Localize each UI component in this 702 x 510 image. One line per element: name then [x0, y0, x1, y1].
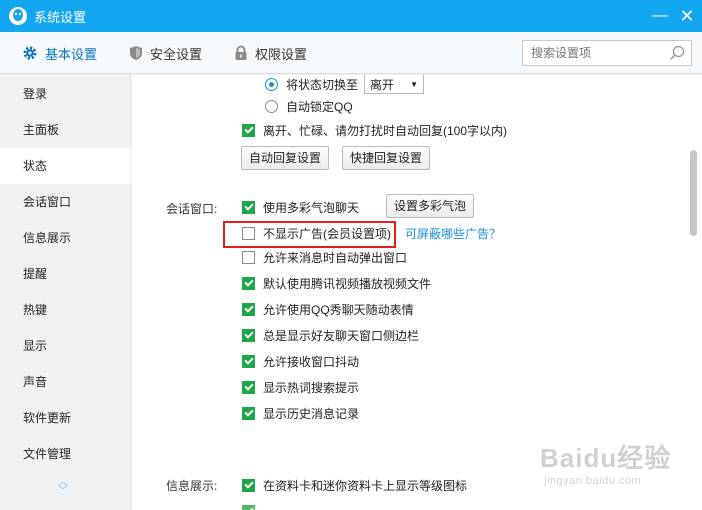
sidebar-item-label: 软件更新	[23, 411, 72, 425]
sidebar-scroll-arrows[interactable]: ︿ ﹀	[58, 478, 68, 497]
chat-option-shake[interactable]: 允许接收窗口抖动	[242, 352, 359, 370]
status-select[interactable]: 离开 ▼	[364, 75, 425, 94]
sidebar-item-label: 主面板	[23, 123, 60, 137]
bubble-settings-button[interactable]: 设置多彩气泡	[386, 194, 475, 218]
qq-logo-icon	[9, 7, 27, 25]
sidebar-item-hotkeys[interactable]: 热键	[0, 292, 131, 328]
chat-option-tencent-video[interactable]: 默认使用腾讯视频播放视频文件	[242, 274, 431, 292]
sidebar-item-chat-window[interactable]: 会话窗口	[0, 184, 131, 220]
chat-option-bubble[interactable]: 使用多彩气泡聊天	[242, 198, 359, 216]
content-scrollbar[interactable]	[690, 150, 697, 236]
qq-show-checkbox[interactable]	[242, 302, 255, 316]
auto-popup-checkbox[interactable]	[242, 250, 255, 264]
sidebar-item-label: 热键	[23, 303, 48, 317]
option-label: 总是显示好友聊天窗口侧边栏	[263, 328, 420, 343]
search-box[interactable]	[522, 40, 692, 66]
sidebar-item-reminders[interactable]: 提醒	[0, 256, 131, 292]
option-label: 允许使用QQ秀聊天随动表情	[263, 302, 414, 317]
hot-words-checkbox[interactable]	[242, 380, 255, 394]
chat-window-section-label: 会话窗口:	[166, 202, 218, 216]
sidebar-item-login[interactable]: 登录	[0, 76, 131, 112]
switch-status-radio[interactable]	[265, 77, 278, 91]
sidebar-item-label: 文件管理	[23, 447, 72, 461]
sidebar-item-label: 声音	[23, 375, 48, 389]
window-title: 系统设置	[34, 9, 87, 25]
chat-option-auto-popup[interactable]: 允许来消息时自动弹出窗口	[242, 248, 407, 266]
chevron-down-icon[interactable]: ﹀	[58, 487, 68, 497]
sidebar-checkbox[interactable]	[242, 328, 255, 342]
shake-checkbox[interactable]	[242, 354, 255, 368]
chat-option-qq-show[interactable]: 允许使用QQ秀聊天随动表情	[242, 300, 414, 318]
auto-lock-radio[interactable]	[265, 99, 278, 113]
switch-status-option[interactable]: 将状态切换至 离开 ▼	[265, 75, 425, 94]
tab-label: 安全设置	[150, 46, 203, 62]
tab-label: 权限设置	[255, 46, 308, 62]
tencent-video-checkbox[interactable]	[242, 276, 255, 290]
search-input[interactable]	[523, 41, 663, 65]
option-label: 默认使用腾讯视频播放视频文件	[263, 276, 432, 291]
sidebar-item-display[interactable]: 显示	[0, 328, 131, 364]
dropdown-arrow-icon: ▼	[410, 79, 419, 89]
quick-reply-settings-button[interactable]: 快捷回复设置	[342, 146, 431, 170]
gear-icon	[23, 46, 37, 60]
switch-status-label: 将状态切换至	[286, 77, 359, 92]
chat-option-hot-words[interactable]: 显示热词搜索提示	[242, 378, 359, 396]
sidebar-item-label: 会话窗口	[23, 195, 72, 209]
option-label: 允许来消息时自动弹出窗口	[263, 250, 408, 265]
baidu-watermark: Baidu经验 jingyan.baidu.com	[540, 438, 671, 487]
settings-tab-bar: 基本设置 安全设置 权限设置	[0, 32, 702, 74]
sidebar-item-label: 提醒	[23, 267, 48, 281]
option-label: 显示历史消息记录	[263, 406, 360, 421]
title-bar: 系统设置 — ✕	[0, 0, 702, 32]
sidebar-item-label: 状态	[23, 159, 48, 173]
ads-help-link[interactable]: 可屏蔽哪些广告？	[405, 225, 501, 242]
tab-basic-settings[interactable]: 基本设置	[22, 42, 97, 64]
sidebar-item-label: 信息展示	[23, 231, 72, 245]
close-button[interactable]: ✕	[677, 6, 697, 26]
status-select-value: 离开	[370, 77, 395, 92]
bubble-checkbox[interactable]	[242, 200, 255, 214]
minimize-button[interactable]: —	[650, 6, 670, 26]
info-option-partial[interactable]	[242, 502, 263, 510]
auto-reply-option[interactable]: 离开、忙碌、请勿打扰时自动回复(100字以内)	[242, 121, 507, 139]
info-option-level-icon[interactable]: 在资料卡和迷你资料卡上显示等级图标	[242, 476, 467, 494]
auto-reply-checkbox[interactable]	[242, 123, 255, 137]
option-label: 显示热词搜索提示	[263, 380, 360, 395]
sidebar-item-sound[interactable]: 声音	[0, 364, 131, 400]
sidebar-item-status[interactable]: 状态	[0, 148, 131, 184]
auto-lock-option[interactable]: 自动锁定QQ	[265, 97, 353, 115]
tab-security-settings[interactable]: 安全设置	[129, 42, 202, 64]
sidebar-item-file-management[interactable]: 文件管理	[0, 436, 131, 472]
history-checkbox[interactable]	[242, 406, 255, 420]
tab-label: 基本设置	[45, 46, 98, 62]
highlight-box	[223, 221, 396, 248]
settings-sidebar: 登录 主面板 状态 会话窗口 信息展示 提醒 热键 显示 声音 软件更新 文件管…	[0, 75, 131, 510]
shield-icon	[130, 46, 142, 60]
info-display-section-label: 信息展示:	[166, 479, 218, 493]
lock-icon	[235, 45, 247, 60]
sidebar-item-main-panel[interactable]: 主面板	[0, 112, 131, 148]
auto-reply-settings-button[interactable]: 自动回复设置	[241, 146, 330, 170]
tab-permission-settings[interactable]: 权限设置	[234, 42, 307, 64]
level-icon-checkbox[interactable]	[242, 478, 255, 492]
chat-option-history[interactable]: 显示历史消息记录	[242, 404, 359, 422]
search-icon[interactable]	[669, 45, 685, 61]
option-label: 使用多彩气泡聊天	[263, 200, 360, 215]
option-label: 在资料卡和迷你资料卡上显示等级图标	[263, 478, 468, 493]
sidebar-item-label: 登录	[23, 87, 48, 101]
sidebar-item-label: 显示	[23, 339, 48, 353]
auto-reply-label: 离开、忙碌、请勿打扰时自动回复(100字以内)	[263, 123, 508, 138]
watermark-url: jingyan.baidu.com	[544, 475, 642, 487]
sidebar-item-info-display[interactable]: 信息展示	[0, 220, 131, 256]
sidebar-item-software-update[interactable]: 软件更新	[0, 400, 131, 436]
partial-checkbox[interactable]	[242, 504, 255, 510]
watermark-brand: Baidu经验	[540, 443, 672, 473]
chat-option-sidebar[interactable]: 总是显示好友聊天窗口侧边栏	[242, 326, 419, 344]
auto-lock-label: 自动锁定QQ	[286, 99, 353, 114]
option-label: 允许接收窗口抖动	[263, 354, 360, 369]
